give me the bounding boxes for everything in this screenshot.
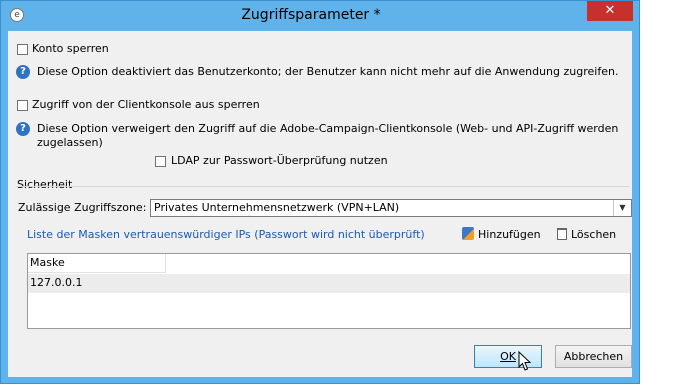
block-console-help-line2: zugelassen) (37, 136, 103, 149)
lock-account-label[interactable]: Konto sperren (32, 42, 109, 56)
group-divider (17, 186, 629, 187)
table-cell-mask: 127.0.0.1 (30, 276, 83, 289)
add-button[interactable]: Hinzufügen (462, 227, 541, 243)
block-console-checkbox[interactable] (17, 100, 28, 111)
dialog-window: e Zugriffsparameter * ✕ Konto sperren ? … (0, 0, 640, 384)
cancel-button-label: Abbrechen (563, 350, 624, 363)
lock-account-help-text: Diese Option deaktiviert das Benutzerkon… (37, 65, 619, 78)
security-group-label: Sicherheit (17, 178, 73, 191)
ldap-label[interactable]: LDAP zur Passwort-Überprüfung nutzen (171, 154, 388, 168)
mouse-cursor-icon (518, 351, 532, 371)
table-row[interactable]: 127.0.0.1 (28, 274, 630, 293)
close-button[interactable]: ✕ (587, 1, 633, 21)
window-title: Zugriffsparameter * (241, 7, 381, 23)
delete-button[interactable]: Löschen (557, 227, 616, 243)
zone-select-value: Privates Unternehmensnetzwerk (VPN+LAN) (154, 201, 400, 214)
zone-select[interactable]: Privates Unternehmensnetzwerk (VPN+LAN) … (150, 199, 632, 217)
trash-icon (557, 228, 567, 240)
help-icon: ? (16, 65, 30, 79)
zone-label: Zulässige Zugriffszone: (18, 201, 147, 214)
ip-mask-table[interactable]: Maske 127.0.0.1 (27, 253, 631, 329)
trusted-ips-link[interactable]: Liste der Masken vertrauenswürdiger IPs … (27, 228, 425, 242)
column-header-mask: Maske (30, 256, 65, 269)
add-icon (462, 227, 474, 240)
chevron-down-icon[interactable]: ▼ (613, 200, 631, 216)
dialog-body: Konto sperren ? Diese Option deaktiviert… (8, 31, 632, 377)
cancel-button[interactable]: Abbrechen (555, 345, 632, 368)
title-bar[interactable]: e Zugriffsparameter * ✕ (1, 1, 639, 31)
block-console-help-line1: Diese Option verweigert den Zugriff auf … (37, 122, 619, 135)
ok-button-label: OK (500, 350, 516, 363)
block-console-label[interactable]: Zugriff von der Clientkonsole aus sperre… (32, 98, 260, 112)
ldap-checkbox[interactable] (155, 156, 166, 167)
delete-button-label: Löschen (571, 228, 617, 241)
add-button-label: Hinzufügen (478, 228, 541, 241)
help-icon: ? (16, 122, 30, 136)
lock-account-checkbox[interactable] (17, 44, 28, 55)
table-header[interactable]: Maske (28, 254, 166, 273)
